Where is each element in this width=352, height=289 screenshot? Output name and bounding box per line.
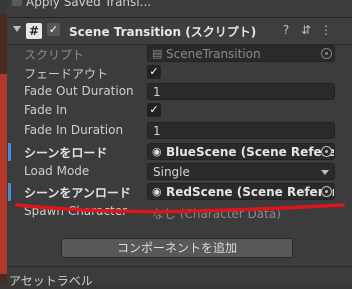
inspector-panel: Apply Saved Transi... # ✓ Scene Transiti… <box>7 0 352 288</box>
divider <box>7 266 352 267</box>
asset-labels-header: アセットラベル <box>9 274 93 288</box>
scene-view-edge <box>0 14 7 283</box>
add-component-button[interactable]: コンポーネントを追加 <box>61 238 293 258</box>
red-underline-annotation <box>15 203 345 214</box>
